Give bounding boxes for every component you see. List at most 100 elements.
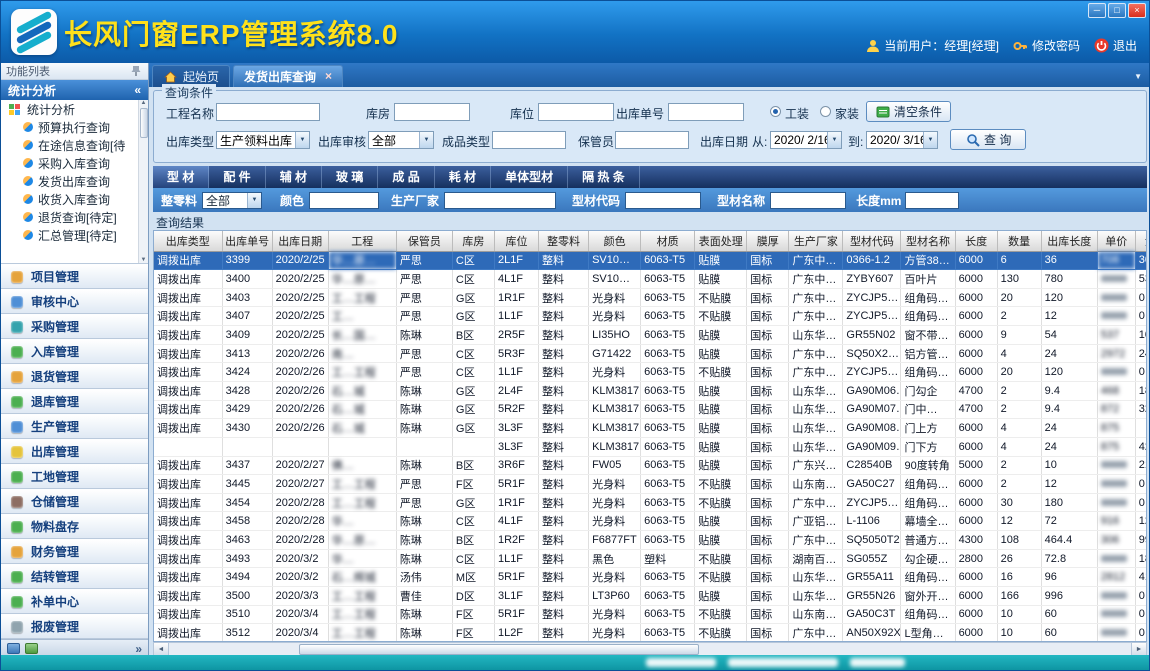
material-tab[interactable]: 配 件 xyxy=(209,166,265,188)
column-header[interactable]: 材质 xyxy=(641,231,695,251)
whole-part-select[interactable]: 全部 ▼ xyxy=(202,192,262,209)
pin-icon[interactable] xyxy=(128,64,143,79)
sidebar-menu-item[interactable]: 结转管理 xyxy=(1,564,148,589)
table-row[interactable]: 调拨出库34932020/3/2华…陈琳C区1L1F整料黑色塑料不贴膜国标湖南百… xyxy=(154,549,1147,568)
scroll-thumb[interactable] xyxy=(140,108,148,138)
column-header[interactable]: 数量 xyxy=(997,231,1041,251)
table-row[interactable]: 调拨出库34542020/2/28工…工程严思G区1R1F整料光身料6063-T… xyxy=(154,493,1147,512)
column-header[interactable]: 保管员 xyxy=(396,231,452,251)
more-panels-icon[interactable]: » xyxy=(135,642,142,656)
scroll-up-icon[interactable]: ▲ xyxy=(141,100,147,106)
table-row[interactable]: 调拨出库34632020/2/28华…原…陈琳B区1R2F整料F6877FT60… xyxy=(154,531,1147,550)
scroll-down-icon[interactable]: ▼ xyxy=(141,257,147,263)
tree-item[interactable]: 预算执行查询 xyxy=(1,118,148,136)
table-row[interactable]: 调拨出库34132020/2/26南…严思C区5R3F整料G714226063-… xyxy=(154,344,1147,363)
table-row[interactable]: 调拨出库34092020/2/25长…国…陈琳B区2R5F整料LI35HO606… xyxy=(154,326,1147,345)
column-header[interactable]: 型材代码 xyxy=(843,231,901,251)
table-row[interactable]: 调拨出库35122020/3/4工…工程陈琳F区1L2F整料光身料6063-T5… xyxy=(154,624,1147,642)
column-header[interactable]: 出库长度 xyxy=(1041,231,1097,251)
column-header[interactable]: 表面处理 xyxy=(695,231,747,251)
table-row[interactable]: 调拨出库34002020/2/25华…原…严思C区4L1F整料SV10…6063… xyxy=(154,270,1147,289)
sidebar-menu-item[interactable]: 退库管理 xyxy=(1,389,148,414)
minimize-button[interactable]: ─ xyxy=(1088,3,1106,18)
maximize-button[interactable]: □ xyxy=(1108,3,1126,18)
sidebar-menu-item[interactable]: 仓储管理 xyxy=(1,489,148,514)
material-tab[interactable]: 隔 热 条 xyxy=(568,166,640,188)
column-header[interactable]: 整零料 xyxy=(539,231,589,251)
tree-root-statistics[interactable]: 统计分析 xyxy=(1,100,148,118)
tree-scrollbar[interactable]: ▲ ▼ xyxy=(138,100,148,263)
tree-item[interactable]: 发货出库查询 xyxy=(1,172,148,190)
column-header[interactable]: 单价 xyxy=(1097,231,1135,251)
radio-industrial[interactable] xyxy=(770,106,781,117)
profile-name-input[interactable] xyxy=(770,192,846,209)
tree-item[interactable]: 采购入库查询 xyxy=(1,154,148,172)
column-header[interactable]: 金 xyxy=(1135,231,1147,251)
material-tab[interactable]: 成 品 xyxy=(378,166,434,188)
sidebar-menu-item[interactable]: 退货管理 xyxy=(1,364,148,389)
search-button[interactable]: 查 询 xyxy=(950,129,1026,150)
column-header[interactable]: 颜色 xyxy=(589,231,641,251)
location-input[interactable] xyxy=(538,103,614,121)
column-header[interactable]: 工程 xyxy=(328,231,396,251)
sidebar-menu-item[interactable]: 物料盘存 xyxy=(1,514,148,539)
sidebar-section-header[interactable]: 统计分析 « xyxy=(1,80,148,100)
material-tab[interactable]: 型 材 xyxy=(153,166,209,188)
tree-item[interactable]: 在途信息查询[待 xyxy=(1,136,148,154)
column-header[interactable]: 库位 xyxy=(494,231,538,251)
date-from-picker[interactable]: 2020/ 2/16 ▼ xyxy=(770,131,842,149)
column-header[interactable]: 库房 xyxy=(452,231,494,251)
table-row[interactable]: 调拨出库34452020/2/27工…工程严思F区5R1F整料光身料6063-T… xyxy=(154,475,1147,494)
column-header[interactable]: 生产厂家 xyxy=(789,231,843,251)
order-no-input[interactable] xyxy=(668,103,744,121)
close-tab-icon[interactable]: × xyxy=(325,71,332,82)
custodian-input[interactable] xyxy=(615,131,689,149)
sidebar-menu-item[interactable]: 采购管理 xyxy=(1,314,148,339)
hscroll-thumb[interactable] xyxy=(299,644,699,655)
tree-item[interactable]: 退货查询[待定] xyxy=(1,208,148,226)
audit-select[interactable]: 全部 ▼ xyxy=(368,131,434,149)
column-header[interactable]: 型材名称 xyxy=(901,231,955,251)
table-row[interactable]: 调拨出库34302020/2/26石…城陈琳G区3L3F整料KLM3817606… xyxy=(154,419,1147,438)
material-tab[interactable]: 辅 材 xyxy=(266,166,322,188)
product-type-input[interactable] xyxy=(492,131,566,149)
table-row[interactable]: 调拨出库34242020/2/26工…工程严思C区1L1F整料光身料6063-T… xyxy=(154,363,1147,382)
column-header[interactable]: 出库日期 xyxy=(272,231,328,251)
tab-list-chevron-down-icon[interactable]: ▼ xyxy=(1134,72,1142,81)
table-row[interactable]: 调拨出库34582020/2/28华…陈琳C区4L1F整料光身料6063-T5贴… xyxy=(154,512,1147,531)
column-header[interactable]: 出库类型 xyxy=(154,231,222,251)
table-row[interactable]: 调拨出库34282020/2/26石…城陈琳G区2L4F整料KLM3817606… xyxy=(154,381,1147,400)
profile-code-input[interactable] xyxy=(625,192,701,209)
radio-home[interactable] xyxy=(820,106,831,117)
sidebar-menu-item[interactable]: 项目管理 xyxy=(1,264,148,289)
sidebar-menu-item[interactable]: 审核中心 xyxy=(1,289,148,314)
tab-shipping-outbound-query[interactable]: 发货出库查询 × xyxy=(233,65,343,87)
sidebar-menu-item[interactable]: 报废管理 xyxy=(1,614,148,639)
sidebar-menu-item[interactable]: 工地管理 xyxy=(1,464,148,489)
logout-button[interactable]: 退出 xyxy=(1094,37,1137,54)
column-header[interactable]: 膜厚 xyxy=(747,231,789,251)
color-input[interactable] xyxy=(309,192,379,209)
material-tab[interactable]: 玻 璃 xyxy=(322,166,378,188)
sidebar-menu-item[interactable]: 财务管理 xyxy=(1,539,148,564)
panel-switch-icon-2[interactable] xyxy=(25,643,38,654)
manufacturer-input[interactable] xyxy=(444,192,556,209)
table-row[interactable]: 3L3F整料KLM38176063-T5贴膜国标山东华…GA90M09…门下方6… xyxy=(154,437,1147,456)
change-password-button[interactable]: 修改密码 xyxy=(1013,37,1080,54)
outbound-type-select[interactable]: 生产领料出库 ▼ xyxy=(216,131,310,149)
date-to-picker[interactable]: 2020/ 3/16 ▼ xyxy=(866,131,938,149)
column-header[interactable]: 出库单号 xyxy=(222,231,272,251)
tree-item[interactable]: 汇总管理[待定] xyxy=(1,226,148,244)
table-row[interactable]: 调拨出库34292020/2/26石…城陈琳G区5R2F整料KLM3817606… xyxy=(154,400,1147,419)
sidebar-menu-item[interactable]: 入库管理 xyxy=(1,339,148,364)
table-row[interactable]: 调拨出库34032020/2/25工…工程严思G区1R1F整料光身料6063-T… xyxy=(154,288,1147,307)
table-row[interactable]: 调拨出库34072020/2/25工…严思G区1L1F整料光身料6063-T5不… xyxy=(154,307,1147,326)
column-header[interactable]: 长度 xyxy=(955,231,997,251)
table-row[interactable]: 调拨出库33992020/2/25华…原…严思C区2L1F整料SV10…6063… xyxy=(154,251,1147,270)
warehouse-input[interactable] xyxy=(394,103,470,121)
material-tab[interactable]: 单体型材 xyxy=(491,166,568,188)
clear-conditions-button[interactable]: 清空条件 xyxy=(866,101,951,122)
table-row[interactable]: 调拨出库34942020/3/2石…辉城汤伟M区5R1F整料光身料6063-T5… xyxy=(154,568,1147,587)
project-name-input[interactable] xyxy=(216,103,320,121)
material-tab[interactable]: 耗 材 xyxy=(435,166,491,188)
